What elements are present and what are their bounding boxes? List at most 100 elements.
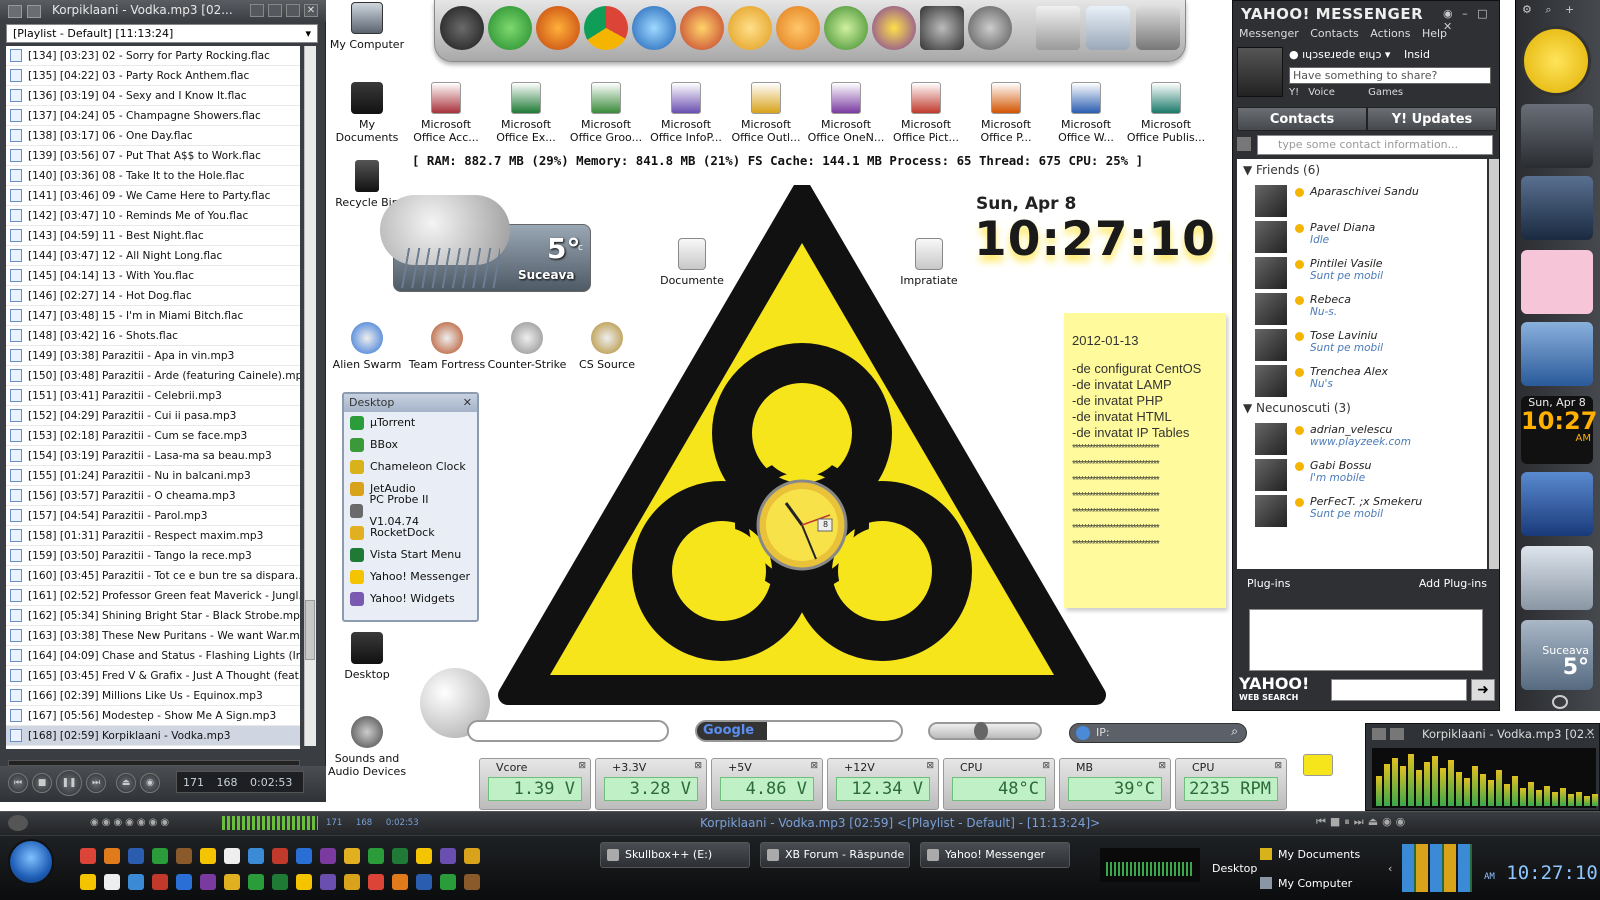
- desktop-icon-desktop[interactable]: Desktop: [326, 632, 408, 681]
- status-line[interactable]: ● ıɥɔsɐɹɐdɐ ɐıɥɔ ▾ Insid: [1289, 48, 1430, 61]
- quick-launch-icon[interactable]: [200, 874, 216, 890]
- desktop-icon-impratiate[interactable]: Impratiate: [888, 238, 970, 287]
- notes-widget[interactable]: [1521, 250, 1593, 314]
- playlist-item[interactable]: [154] [03:19] Parazitii - Lasa-ma sa bea…: [6, 446, 300, 466]
- share-input[interactable]: Have something to share?: [1289, 67, 1491, 84]
- desktop-panel-item[interactable]: PC Probe II V1.04.74: [344, 493, 477, 528]
- desktop-icon-my-computer[interactable]: My Computer: [326, 2, 408, 51]
- chameleon-clock[interactable]: [756, 479, 848, 571]
- sensor-gadget[interactable]: +3.3V ⊠ 3.28 V: [595, 758, 707, 810]
- avatar[interactable]: [1237, 47, 1283, 97]
- sensor-gadget[interactable]: CPU ⊠ 48°C: [943, 758, 1055, 810]
- quick-launch-icon[interactable]: [344, 848, 360, 864]
- speaker-icon[interactable]: [968, 6, 1012, 50]
- winamp-logo-icon[interactable]: [8, 815, 28, 831]
- playlist-item[interactable]: [137] [04:24] 05 - Champagne Showers.fla…: [6, 106, 300, 126]
- winamp-bar-title[interactable]: Korpiklaani - Vodka.mp3 [02:59] <[Playli…: [700, 816, 1100, 830]
- next-icon[interactable]: ⏭: [86, 773, 106, 793]
- sidebar-toolbar[interactable]: ⚙ ⌕ +: [1522, 3, 1594, 19]
- playlist-item[interactable]: [135] [04:22] 03 - Party Rock Anthem.fla…: [6, 66, 300, 86]
- quick-launch-icon[interactable]: [272, 848, 288, 864]
- desktop-icon-sounds[interactable]: Sounds and Audio Devices: [326, 716, 408, 778]
- documents-icon[interactable]: [1036, 6, 1080, 50]
- sidebar-power-icon[interactable]: [1552, 695, 1568, 709]
- toolbar-my-documents[interactable]: My Documents: [1278, 848, 1360, 861]
- desktop-toolbar[interactable]: Desktop: [1212, 862, 1257, 875]
- desktop-panel-item[interactable]: Vista Start Menu: [344, 544, 477, 566]
- desktop-icon-office-8[interactable]: Microsoft Office W...: [1046, 82, 1126, 144]
- recycle-bin-icon[interactable]: [1086, 6, 1130, 50]
- taskbar-clock[interactable]: AM 10:27:10: [1484, 862, 1598, 884]
- desktop-icon-office-2[interactable]: Microsoft Office Groo...: [566, 82, 646, 144]
- analog-clock-widget[interactable]: [1521, 26, 1591, 96]
- voice-button[interactable]: Y! Voice: [1289, 87, 1335, 98]
- playlist-item[interactable]: [140] [03:36] 08 - Take It to the Hole.f…: [6, 166, 300, 186]
- quick-launch-icon[interactable]: [440, 874, 456, 890]
- desktop-icon-office-7[interactable]: Microsoft Office P...: [966, 82, 1046, 144]
- close-icon[interactable]: ⊠: [810, 761, 818, 771]
- playlist-list[interactable]: [134] [03:23] 02 - Sorry for Party Rocki…: [6, 46, 300, 749]
- desktop-panel-item[interactable]: Yahoo! Messenger: [344, 566, 477, 588]
- desktop-icon-office-4[interactable]: Microsoft Office Outl...: [726, 82, 806, 144]
- taskbar-task[interactable]: Yahoo! Messenger: [920, 842, 1070, 868]
- sensor-gadget[interactable]: +5V ⊠ 4.86 V: [711, 758, 823, 810]
- playlist-item[interactable]: [155] [01:24] Parazitii - Nu in balcani.…: [6, 466, 300, 486]
- quick-launch-icon[interactable]: [152, 848, 168, 864]
- playlist-item[interactable]: [148] [03:42] 16 - Shots.flac: [6, 326, 300, 346]
- quick-launch-icon[interactable]: [296, 874, 312, 890]
- contact-row[interactable]: Pintilei Vasile Sunt pe mobil: [1237, 253, 1487, 289]
- sticky-note-gadget-icon[interactable]: [1303, 754, 1333, 776]
- close-icon[interactable]: ⊠: [1042, 761, 1050, 771]
- quick-launch-icon[interactable]: [200, 848, 216, 864]
- contact-row[interactable]: Aparaschivei Sandu: [1237, 181, 1487, 217]
- flashget-icon[interactable]: [632, 6, 676, 50]
- desktop-icon-office-6[interactable]: Microsoft Office Pict...: [886, 82, 966, 144]
- playlist-item[interactable]: [144] [03:47] 12 - All Night Long.flac: [6, 246, 300, 266]
- playlist-item[interactable]: [163] [03:38] These New Puritans - We wa…: [6, 626, 300, 646]
- desktop-panel-item[interactable]: µTorrent: [344, 412, 477, 434]
- web-search-input[interactable]: [1331, 679, 1467, 701]
- desktop-icon-documente[interactable]: Documente: [651, 238, 733, 287]
- playlist-item[interactable]: [166] [02:39] Millions Like Us - Equinox…: [6, 686, 300, 706]
- playlist-item[interactable]: [162] [05:34] Shining Bright Star - Blac…: [6, 606, 300, 626]
- desktop-panel-item[interactable]: Yahoo! Widgets: [344, 588, 477, 610]
- system-tray-icons[interactable]: [1402, 844, 1472, 892]
- start-button[interactable]: [8, 839, 54, 885]
- quick-launch-icon[interactable]: [224, 874, 240, 890]
- close-icon[interactable]: ⊠: [926, 761, 934, 771]
- quick-launch-icon[interactable]: [320, 874, 336, 890]
- search-icon[interactable]: ⌕: [1231, 724, 1238, 739]
- playlist-item[interactable]: [157] [04:54] Parazitii - Parol.mp3: [6, 506, 300, 526]
- utorrent-icon[interactable]: [488, 6, 532, 50]
- playlist-item[interactable]: [161] [02:52] Professor Green feat Maver…: [6, 586, 300, 606]
- contact-row[interactable]: adrian_velescu www.playzeek.com: [1237, 419, 1487, 455]
- wikipedia-search-input[interactable]: [467, 720, 669, 742]
- desktop-icon-office-5[interactable]: Microsoft Office OneN...: [806, 82, 886, 144]
- desktop-icon-office-9[interactable]: Microsoft Office Publis...: [1126, 82, 1206, 144]
- plugins-button[interactable]: Plug-ins: [1247, 577, 1290, 591]
- desktop-panel-item[interactable]: BBox: [344, 434, 477, 456]
- desktop-icon-office-1[interactable]: Microsoft Office Ex...: [486, 82, 566, 144]
- quick-launch-icon[interactable]: [104, 848, 120, 864]
- menu-contacts[interactable]: Contacts: [1310, 27, 1359, 40]
- playlist-item[interactable]: [149] [03:38] Parazitii - Apa in vin.mp3: [6, 346, 300, 366]
- weather-widget-small[interactable]: Suceava 5°: [1521, 620, 1593, 690]
- minimize-icon[interactable]: [250, 4, 264, 17]
- quick-launch-icon[interactable]: [368, 848, 384, 864]
- sticky-note[interactable]: 2012-01-13 -de configurat CentOS -de inva…: [1064, 313, 1226, 608]
- desktop-icon-office-3[interactable]: Microsoft Office InfoP...: [646, 82, 726, 144]
- playlist-item[interactable]: [152] [04:29] Parazitii - Cui ii pasa.mp…: [6, 406, 300, 426]
- playback-buttons[interactable]: ◉◉◉◉◉◉◉: [90, 817, 172, 828]
- contact-row[interactable]: Trenchea Alex Nu's: [1237, 361, 1487, 397]
- quick-launch-icon[interactable]: [272, 874, 288, 890]
- quick-launch-icon[interactable]: [416, 848, 432, 864]
- quick-launch-icon[interactable]: [248, 848, 264, 864]
- quick-launch-icon[interactable]: [128, 874, 144, 890]
- quick-launch-icon[interactable]: [104, 874, 120, 890]
- contact-search-input[interactable]: type some contact information...: [1257, 135, 1493, 155]
- contact-list-scrollbar[interactable]: [1489, 159, 1499, 569]
- menu-messenger[interactable]: Messenger: [1239, 27, 1299, 40]
- quick-launch-icon[interactable]: [440, 848, 456, 864]
- burn-icon[interactable]: [680, 6, 724, 50]
- quick-launch-icon[interactable]: [224, 848, 240, 864]
